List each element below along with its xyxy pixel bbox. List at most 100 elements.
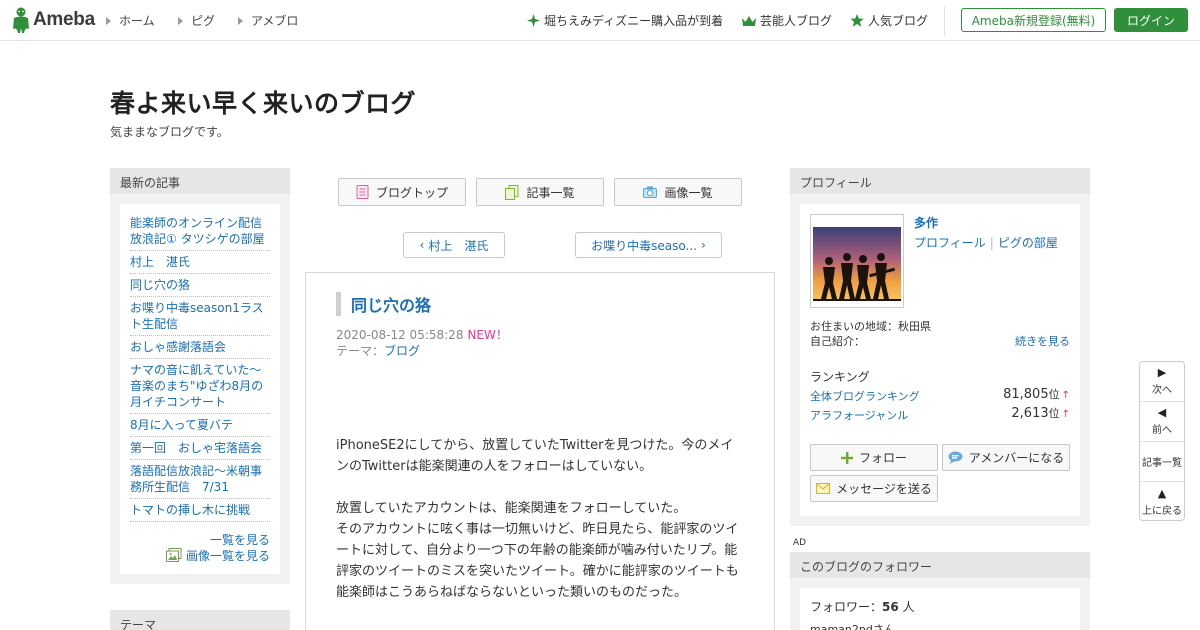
pig-room-link[interactable]: ピグの部屋 (998, 236, 1058, 250)
recent-articles-heading: 最新の記事 (110, 168, 290, 194)
article-paragraph: iPhoneSE2にしてから、放置していたTwitterを見つけた。今のメインの… (336, 438, 734, 474)
blog-top-button[interactable]: ブログトップ (338, 178, 466, 206)
chevron-left-icon: ‹ (419, 238, 425, 252)
recent-article-link[interactable]: 落語配信放浪記〜米朝事務所生配信 7/31 (130, 460, 270, 499)
top-header: Ameba ホーム ピグ アメブロ 堀ちえみディズニー購入品が到着 芸能人ブログ… (0, 0, 1200, 41)
float-prev-label: 前へ (1152, 425, 1172, 436)
profile-link[interactable]: プロフィール (914, 236, 986, 250)
followers-card: フォロワー：56 人 maman2ndさん (800, 588, 1080, 630)
recent-article-link[interactable]: 同じ穴の狢 (130, 274, 270, 297)
ranking-row: アラフォージャンル 2,613位 ↑ (810, 405, 1070, 423)
amember-label: アメンバーになる (968, 451, 1065, 465)
ameba-logo-text: Ameba (33, 9, 95, 30)
new-badge: NEW！ (467, 328, 508, 342)
article-title[interactable]: 同じ穴の狢 (351, 292, 431, 316)
more-list-row: 一覧を見る (130, 532, 270, 548)
image-list-button[interactable]: 画像一覧 (614, 178, 742, 206)
promo-disney-link[interactable]: 堀ちえみディズニー購入品が到着 (527, 12, 723, 29)
ranking-heading: ランキング (810, 370, 870, 384)
ad-label: AD (793, 538, 807, 548)
prev-article-button[interactable]: ‹ 村上 湛氏 (403, 232, 505, 258)
next-article-label: お喋り中毒seaso... (591, 238, 697, 253)
ranking-row: 全体ブログランキング 81,805位 ↑ (810, 386, 1070, 404)
followers-count-value: 56 (882, 600, 899, 614)
ranking-value: 81,805位 ↑ (1003, 386, 1070, 402)
float-next-label: 次へ (1152, 385, 1172, 396)
profile-intro: 自己紹介： (810, 335, 865, 348)
follow-label: フォロー (858, 451, 907, 465)
recent-article-link[interactable]: 能楽師のオンライン配信放浪記① タツシゲの部屋 (130, 212, 270, 251)
ranking-name-link[interactable]: アラフォージャンル (810, 409, 908, 422)
amember-button[interactable]: アメンバーになる (942, 444, 1070, 471)
recent-article-link[interactable]: お喋り中毒season1ラスト生配信 (130, 297, 270, 336)
article-body: iPhoneSE2にしてから、放置していたTwitterを見つけた。今のメインの… (336, 435, 746, 624)
more-list-link[interactable]: 一覧を見る (210, 533, 270, 547)
play-left-icon: ◀ (1157, 406, 1167, 419)
ranking-number: 81,805 (1003, 387, 1049, 402)
recent-article-link[interactable]: 8月に入って夏バテ (130, 414, 270, 437)
followers-count: フォロワー：56 人 (810, 598, 1070, 615)
profile-name[interactable]: 多作 (914, 214, 938, 231)
triangle-up-icon: ▲ (1157, 486, 1167, 500)
left-sidebar: 最新の記事 能楽師のオンライン配信放浪記① タツシゲの部屋 村上 湛氏 同じ穴の… (110, 168, 290, 584)
recent-article-link[interactable]: 第一回 おしゃ宅落語会 (130, 437, 270, 460)
ranking-name-link[interactable]: 全体ブログランキング (810, 390, 920, 403)
triangle-right-icon (238, 16, 243, 25)
chevron-right-icon: › (701, 238, 706, 252)
follower-name[interactable]: maman2ndさん (810, 621, 1070, 630)
article-paragraph: 放置していたアカウントは、能楽関連をフォローしていた。 そのアカウントに呟く事は… (336, 501, 739, 600)
send-message-button[interactable]: メッセージを送る (810, 475, 938, 502)
nav-home[interactable]: ホーム (106, 12, 155, 29)
blog-top-label: ブログトップ (375, 185, 448, 200)
recent-article-link[interactable]: 村上 湛氏 (130, 251, 270, 274)
float-article-list-button[interactable]: 記事一覧 (1140, 442, 1184, 482)
profile-more-link[interactable]: 続きを見る (1015, 333, 1070, 349)
followers-count-unit: 人 (902, 600, 915, 614)
float-prev-button[interactable]: ◀ 前へ (1140, 402, 1184, 442)
plus-icon (840, 451, 853, 464)
nav-ameblo[interactable]: アメブロ (238, 12, 298, 29)
article-datetime-value: 2020-08-12 05:58:28 (336, 328, 464, 342)
promo-popular-blog-label: 人気ブログ (868, 14, 929, 28)
prev-article-label: 村上 湛氏 (428, 238, 489, 253)
profile-avatar-image (813, 217, 901, 305)
recent-articles-box: 能楽師のオンライン配信放浪記① タツシゲの部屋 村上 湛氏 同じ穴の狢 お喋り中… (110, 194, 290, 584)
article-theme-link[interactable]: ブログ (384, 344, 420, 358)
ranking-value: 2,613位 ↑ (1011, 405, 1070, 421)
register-button[interactable]: Ameba新規登録(無料) (961, 8, 1106, 32)
recent-article-link[interactable]: ナマの音に飢えていた〜音楽のまち"ゆざわ8月の月イチコンサート (130, 359, 270, 414)
promo-celebrity-blog-link[interactable]: 芸能人ブログ (742, 12, 832, 29)
ranking-up-icon: ↑ (1061, 409, 1070, 420)
article-list-icon (505, 184, 519, 200)
envelope-icon (816, 483, 831, 494)
nav-pig-label: ピグ (191, 14, 216, 28)
blog-top-icon (356, 185, 369, 199)
login-button[interactable]: ログイン (1114, 8, 1188, 32)
recent-article-link[interactable]: トマトの挿し木に挑戦 (130, 499, 270, 522)
more-images-row: 画像一覧を見る (130, 548, 270, 564)
header-divider (944, 6, 945, 36)
profile-area: お住まいの地域：秋田県 (810, 320, 931, 333)
profile-avatar[interactable] (810, 214, 904, 308)
article-theme: テーマ：ブログ (336, 342, 420, 359)
play-right-icon: ▶ (1157, 366, 1167, 379)
article-list-button[interactable]: 記事一覧 (476, 178, 604, 206)
camera-icon (643, 186, 658, 198)
ranking-up-icon: ↑ (1061, 390, 1070, 401)
more-images-link[interactable]: 画像一覧を見る (186, 549, 270, 563)
blog-title[interactable]: 春よ来い早く来いのブログ (110, 84, 416, 120)
profile-links: プロフィール | ピグの部屋 (914, 234, 1058, 251)
float-next-button[interactable]: ▶ 次へ (1140, 362, 1184, 402)
ameba-logo-icon (11, 7, 31, 33)
float-back-to-top-button[interactable]: ▲ 上に戻る (1140, 482, 1184, 522)
ranking-unit: 位 (1048, 407, 1060, 420)
article-theme-label: テーマ： (336, 344, 385, 358)
next-article-button[interactable]: お喋り中毒seaso... › (575, 232, 722, 258)
ameba-logo[interactable]: Ameba (11, 7, 95, 33)
follow-button[interactable]: フォロー (810, 444, 938, 471)
article-datetime: 2020-08-12 05:58:28 NEW！ (336, 326, 508, 343)
recent-article-link[interactable]: おしゃ感謝落語会 (130, 336, 270, 359)
nav-pig[interactable]: ピグ (178, 12, 215, 29)
promo-popular-blog-link[interactable]: 人気ブログ (850, 12, 928, 29)
article-entry: 同じ穴の狢 2020-08-12 05:58:28 NEW！ テーマ：ブログ iP… (305, 272, 775, 630)
